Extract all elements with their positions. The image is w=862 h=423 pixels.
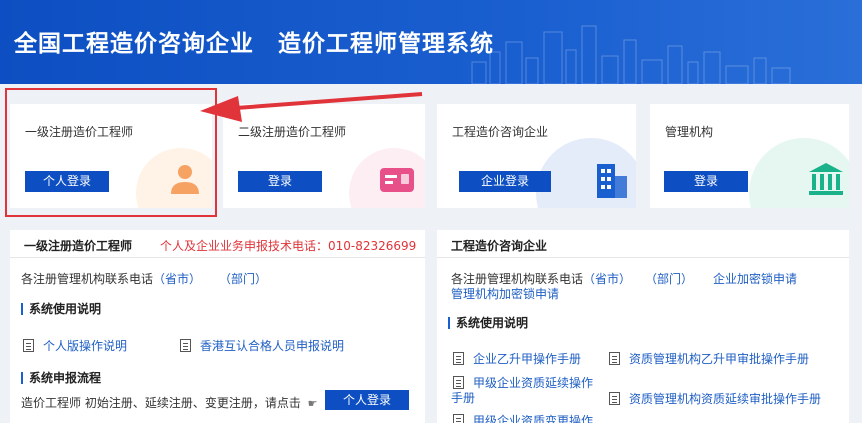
page-title: 全国工程造价咨询企业 造价工程师管理系统 bbox=[14, 31, 494, 57]
id-card-icon bbox=[380, 168, 414, 192]
document-icon bbox=[453, 376, 464, 389]
doc-link-label: 香港互认合格人员申报说明 bbox=[200, 339, 345, 353]
doc-link-label: 企业乙升甲操作手册 bbox=[473, 352, 582, 366]
document-icon bbox=[23, 339, 34, 352]
enterprise-login-button[interactable]: 企业登录 bbox=[459, 171, 551, 192]
personal-login-button[interactable]: 个人登录 bbox=[25, 171, 109, 192]
doc-link-label: 甲级企业资质变更操作 bbox=[473, 414, 594, 423]
person-icon bbox=[171, 165, 199, 194]
pointer-icon: ☛ bbox=[307, 397, 318, 410]
doc-enterprise-renewal-cont[interactable]: 手册 bbox=[451, 389, 475, 406]
doc-enterprise-change[interactable]: 甲级企业资质变更操作 bbox=[453, 412, 593, 423]
card-title: 管理机构 bbox=[665, 125, 714, 139]
level2-login-button[interactable]: 登录 bbox=[238, 171, 322, 192]
document-icon bbox=[609, 352, 620, 365]
card-management-agency: 管理机构 登录 bbox=[650, 104, 849, 208]
panel-title: 一级注册造价工程师 bbox=[24, 239, 133, 253]
doc-agency-renewal-approval[interactable]: 资质管理机构资质延续审批操作手册 bbox=[609, 390, 821, 407]
city-skyline-decoration bbox=[471, 25, 791, 84]
enterprise-lock-apply-link[interactable]: 企业加密锁申请 bbox=[713, 272, 797, 286]
agency-lock-apply-link[interactable]: 管理机构加密锁申请 bbox=[451, 287, 559, 301]
document-icon bbox=[453, 414, 464, 423]
doc-link-label: 个人版操作说明 bbox=[43, 339, 128, 353]
doc-link-label: 资质管理机构资质延续审批操作手册 bbox=[629, 392, 822, 406]
card-consulting-enterprise: 工程造价咨询企业 企业登录 bbox=[437, 104, 636, 208]
doc-link-label: 资质管理机构乙升甲审批操作手册 bbox=[629, 352, 810, 366]
document-icon bbox=[453, 352, 464, 365]
consulting-enterprise-panel: 工程造价咨询企业 各注册管理机构联系电话（省市） （部门） 企业加密锁申请 管理机构… bbox=[437, 230, 849, 423]
flow-text: 造价工程师 初始注册、延续注册、变更注册，请点击 bbox=[21, 396, 301, 410]
document-icon bbox=[180, 339, 191, 352]
contact-row: 各注册管理机构联系电话（省市） （部门） bbox=[21, 270, 267, 287]
header-banner: 全国工程造价咨询企业 造价工程师管理系统 bbox=[0, 0, 862, 84]
institution-icon bbox=[809, 163, 843, 195]
agency-login-button[interactable]: 登录 bbox=[664, 171, 748, 192]
contact-link-province[interactable]: （省市） bbox=[583, 272, 631, 286]
contact-link-department[interactable]: （部门） bbox=[645, 272, 693, 286]
contact-link-department[interactable]: （部门） bbox=[219, 272, 267, 286]
document-icon bbox=[609, 392, 620, 405]
card-title: 工程造价咨询企业 bbox=[452, 125, 549, 139]
usage-section-title: 系统使用说明 bbox=[448, 317, 528, 329]
flow-section-title: 系统申报流程 bbox=[21, 372, 101, 384]
doc-hk-guide[interactable]: 香港互认合格人员申报说明 bbox=[180, 337, 344, 354]
doc-enterprise-upgrade[interactable]: 企业乙升甲操作手册 bbox=[453, 350, 581, 367]
card-level2-engineer: 二级注册造价工程师 登录 bbox=[223, 104, 425, 208]
usage-section-title: 系统使用说明 bbox=[21, 303, 101, 315]
doc-personal-guide[interactable]: 个人版操作说明 bbox=[23, 337, 127, 354]
flow-row: 造价工程师 初始注册、延续注册、变更注册，请点击 ☛ bbox=[21, 394, 318, 411]
panel-title: 工程造价咨询企业 bbox=[451, 239, 548, 253]
flow-login-button[interactable]: 个人登录 bbox=[325, 390, 409, 410]
building-icon bbox=[597, 164, 627, 198]
contact-label: 各注册管理机构联系电话 bbox=[451, 272, 584, 286]
card-level1-engineer: 一级注册造价工程师 个人登录 bbox=[10, 104, 212, 208]
card-title: 一级注册造价工程师 bbox=[25, 125, 134, 139]
contact-row-2: 管理机构加密锁申请 bbox=[451, 285, 559, 302]
doc-link-label: 甲级企业资质延续操作 bbox=[473, 376, 594, 390]
contact-link-province[interactable]: （省市） bbox=[153, 272, 201, 286]
level1-engineer-panel: 一级注册造价工程师 个人及企业业务申报技术电话：010-82326699 各注册… bbox=[10, 230, 425, 423]
card-title: 二级注册造价工程师 bbox=[238, 125, 347, 139]
support-hotline: 个人及企业业务申报技术电话：010-82326699 bbox=[160, 239, 417, 253]
doc-agency-upgrade-approval[interactable]: 资质管理机构乙升甲审批操作手册 bbox=[609, 350, 809, 367]
contact-label: 各注册管理机构联系电话 bbox=[21, 272, 154, 286]
